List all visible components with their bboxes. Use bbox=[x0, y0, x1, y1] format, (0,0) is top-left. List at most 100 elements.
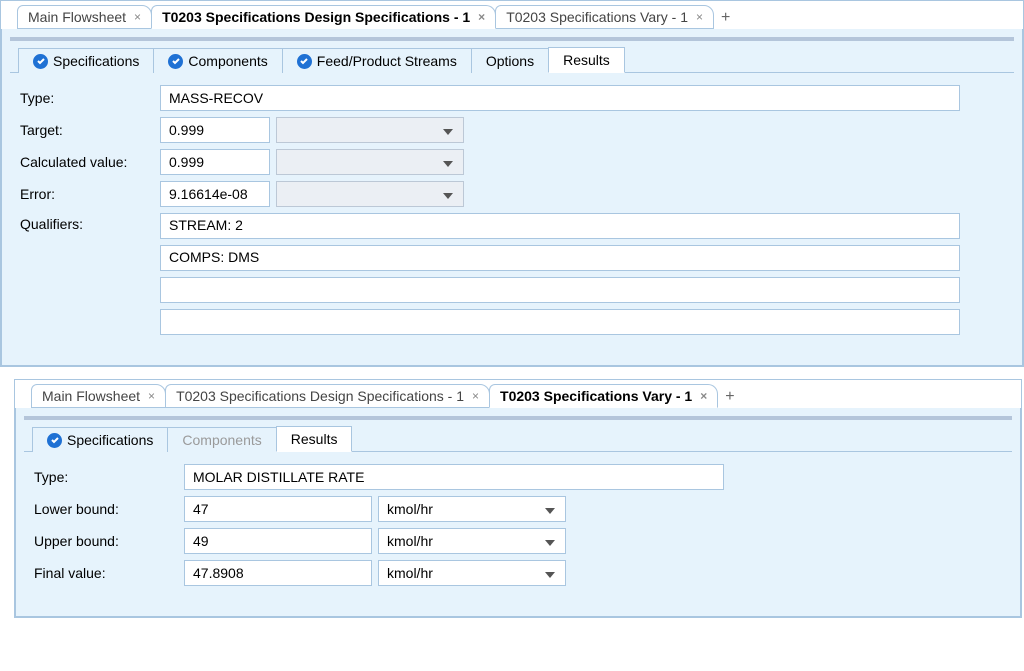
tab-options[interactable]: Options bbox=[471, 48, 549, 73]
inner-tabs-1: Specifications Components Feed/Product S… bbox=[10, 43, 1014, 73]
upper-label: Upper bound: bbox=[34, 533, 184, 549]
close-icon[interactable]: × bbox=[700, 389, 707, 403]
final-label: Final value: bbox=[34, 565, 184, 581]
type-field[interactable]: MOLAR DISTILLATE RATE bbox=[184, 464, 724, 490]
calc-label: Calculated value: bbox=[20, 154, 160, 170]
upper-unit: kmol/hr bbox=[387, 533, 433, 549]
inner-tab-label: Components bbox=[182, 432, 261, 448]
tab-components[interactable]: Components bbox=[153, 48, 282, 73]
tab-feed-product-streams[interactable]: Feed/Product Streams bbox=[282, 48, 472, 73]
close-icon[interactable]: × bbox=[478, 10, 485, 24]
type-value: MOLAR DISTILLATE RATE bbox=[193, 469, 364, 485]
final-value: 47.8908 bbox=[193, 565, 244, 581]
tab-specifications[interactable]: Specifications bbox=[18, 48, 154, 73]
row-calc-value: Calculated value: 0.999 bbox=[20, 149, 1004, 175]
qualifier-item[interactable] bbox=[160, 309, 960, 335]
lower-unit: kmol/hr bbox=[387, 501, 433, 517]
tab-label: Main Flowsheet bbox=[28, 9, 126, 25]
tab-label: T0203 Specifications Vary - 1 bbox=[500, 388, 692, 404]
underline-bar bbox=[10, 37, 1014, 41]
qualifier-item[interactable] bbox=[160, 277, 960, 303]
inner-tab-label: Specifications bbox=[67, 432, 153, 448]
tab-main-flowsheet[interactable]: Main Flowsheet × bbox=[31, 384, 166, 408]
close-icon[interactable]: × bbox=[134, 10, 141, 24]
chevron-down-icon bbox=[545, 501, 555, 517]
row-error: Error: 9.16614e-08 bbox=[20, 181, 1004, 207]
tab-label: Main Flowsheet bbox=[42, 388, 140, 404]
close-icon[interactable]: × bbox=[696, 10, 703, 24]
upper-unit-dropdown[interactable]: kmol/hr bbox=[378, 528, 566, 554]
error-label: Error: bbox=[20, 186, 160, 202]
chevron-down-icon bbox=[443, 154, 453, 170]
qualifier-item[interactable]: STREAM: 2 bbox=[160, 213, 960, 239]
add-tab-button[interactable]: + bbox=[713, 7, 738, 29]
close-icon[interactable]: × bbox=[472, 389, 479, 403]
row-lower-bound: Lower bound: 47 kmol/hr bbox=[34, 496, 1002, 522]
outer-tabs-2: Main Flowsheet × T0203 Specifications De… bbox=[15, 380, 1021, 408]
calc-field[interactable]: 0.999 bbox=[160, 149, 270, 175]
chevron-down-icon bbox=[443, 122, 453, 138]
calc-value: 0.999 bbox=[169, 154, 204, 170]
target-unit-dropdown bbox=[276, 117, 464, 143]
lower-value: 47 bbox=[193, 501, 209, 517]
row-target: Target: 0.999 bbox=[20, 117, 1004, 143]
tab-vary[interactable]: T0203 Specifications Vary - 1 × bbox=[495, 5, 714, 29]
qualifier-item[interactable]: COMPS: DMS bbox=[160, 245, 960, 271]
content-2: Specifications Components Results Type: … bbox=[15, 407, 1021, 617]
target-label: Target: bbox=[20, 122, 160, 138]
tab-results[interactable]: Results bbox=[276, 426, 353, 452]
row-upper-bound: Upper bound: 49 kmol/hr bbox=[34, 528, 1002, 554]
content-1: Specifications Components Feed/Product S… bbox=[1, 28, 1023, 366]
tab-design-spec[interactable]: T0203 Specifications Design Specificatio… bbox=[165, 384, 490, 408]
inner-tab-label: Results bbox=[291, 431, 338, 447]
error-unit-dropdown bbox=[276, 181, 464, 207]
type-label: Type: bbox=[34, 469, 184, 485]
form-area-1: Type: MASS-RECOV Target: 0.999 Calculate… bbox=[10, 73, 1014, 347]
tab-design-spec[interactable]: T0203 Specifications Design Specificatio… bbox=[151, 5, 496, 29]
panel-design-spec: Main Flowsheet × T0203 Specifications De… bbox=[0, 0, 1024, 367]
tab-results[interactable]: Results bbox=[548, 47, 625, 73]
row-type: Type: MASS-RECOV bbox=[20, 85, 1004, 111]
inner-tab-label: Results bbox=[563, 52, 610, 68]
close-icon[interactable]: × bbox=[148, 389, 155, 403]
check-icon bbox=[168, 54, 183, 69]
final-unit: kmol/hr bbox=[387, 565, 433, 581]
row-final-value: Final value: 47.8908 kmol/hr bbox=[34, 560, 1002, 586]
lower-field[interactable]: 47 bbox=[184, 496, 372, 522]
chevron-down-icon bbox=[443, 186, 453, 202]
lower-unit-dropdown[interactable]: kmol/hr bbox=[378, 496, 566, 522]
qualifiers-label: Qualifiers: bbox=[20, 213, 160, 232]
tab-label: T0203 Specifications Design Specificatio… bbox=[176, 388, 464, 404]
row-type: Type: MOLAR DISTILLATE RATE bbox=[34, 464, 1002, 490]
type-field[interactable]: MASS-RECOV bbox=[160, 85, 960, 111]
target-field[interactable]: 0.999 bbox=[160, 117, 270, 143]
upper-value: 49 bbox=[193, 533, 209, 549]
panel-vary: Main Flowsheet × T0203 Specifications De… bbox=[14, 379, 1022, 618]
form-area-2: Type: MOLAR DISTILLATE RATE Lower bound:… bbox=[24, 452, 1012, 598]
final-field[interactable]: 47.8908 bbox=[184, 560, 372, 586]
check-icon bbox=[33, 54, 48, 69]
type-value: MASS-RECOV bbox=[169, 90, 263, 106]
underline-bar bbox=[24, 416, 1012, 420]
check-icon bbox=[47, 433, 62, 448]
tab-vary[interactable]: T0203 Specifications Vary - 1 × bbox=[489, 384, 718, 408]
upper-field[interactable]: 49 bbox=[184, 528, 372, 554]
tab-specifications[interactable]: Specifications bbox=[32, 427, 168, 452]
row-qualifiers: Qualifiers: STREAM: 2 COMPS: DMS bbox=[20, 213, 1004, 335]
lower-label: Lower bound: bbox=[34, 501, 184, 517]
final-unit-dropdown[interactable]: kmol/hr bbox=[378, 560, 566, 586]
qualifier-text: STREAM: 2 bbox=[169, 217, 243, 233]
check-icon bbox=[297, 54, 312, 69]
inner-tab-label: Feed/Product Streams bbox=[317, 53, 457, 69]
qualifier-text: COMPS: DMS bbox=[169, 249, 259, 265]
target-value: 0.999 bbox=[169, 122, 204, 138]
error-value: 9.16614e-08 bbox=[169, 186, 248, 202]
tab-label: T0203 Specifications Design Specificatio… bbox=[162, 9, 470, 25]
tab-main-flowsheet[interactable]: Main Flowsheet × bbox=[17, 5, 152, 29]
outer-tabs-1: Main Flowsheet × T0203 Specifications De… bbox=[1, 1, 1023, 29]
tab-components[interactable]: Components bbox=[167, 427, 276, 452]
add-tab-button[interactable]: + bbox=[717, 386, 742, 408]
inner-tab-label: Components bbox=[188, 53, 267, 69]
error-field[interactable]: 9.16614e-08 bbox=[160, 181, 270, 207]
chevron-down-icon bbox=[545, 565, 555, 581]
